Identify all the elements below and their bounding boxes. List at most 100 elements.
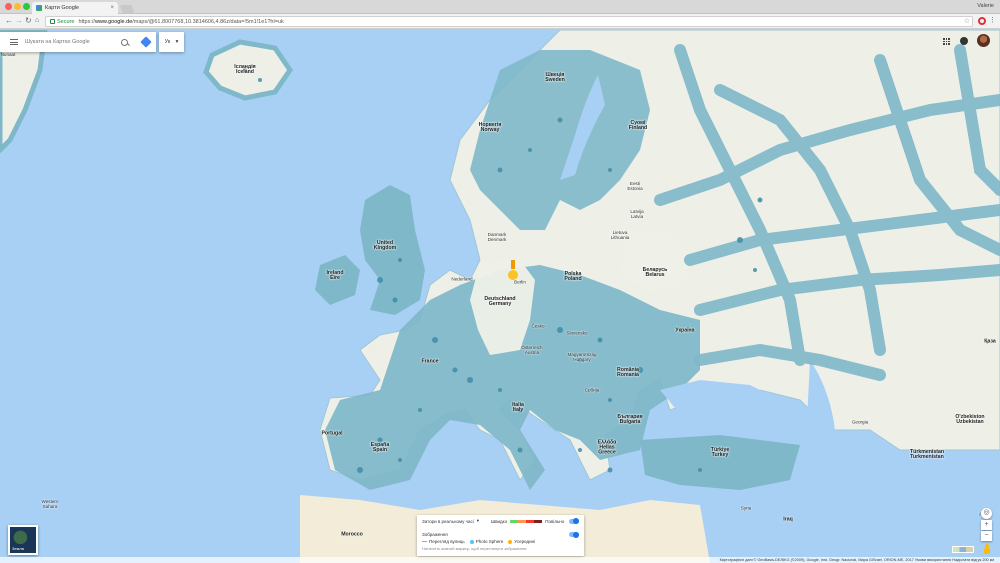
maps-favicon-icon (36, 5, 42, 11)
imagery-toggle[interactable] (569, 531, 579, 538)
browser-menu-icon[interactable]: ⋮ (989, 16, 996, 24)
earth-view-button[interactable]: Земля (8, 525, 38, 555)
notifications-icon[interactable] (960, 37, 968, 45)
map-canvas[interactable]: Ісландія Iceland Швеція Sweden Норвегія Nor… (0, 30, 1000, 563)
label-czech: Česko (531, 323, 545, 329)
photo-sphere-label: Photo Sphere (475, 539, 504, 544)
label-lithuania: Lietuva Lithuania (610, 230, 630, 240)
label-turkmenistan: Türkmenistan Turkmenistan (909, 449, 945, 460)
label-ukraine: Україна (675, 327, 695, 334)
label-uk: United Kingdom (373, 240, 397, 251)
label-hungary: Magyarország Hungary (567, 352, 597, 362)
traffic-slow-label: Повільно (545, 518, 565, 524)
pegman-icon[interactable] (983, 544, 990, 554)
label-greece: Ελλάδα Hellas Greece (597, 439, 617, 456)
traffic-color-scale (510, 519, 543, 523)
chevron-down-icon[interactable]: ▾ (477, 518, 479, 524)
inside-dot-icon (508, 539, 513, 544)
traffic-label: Затори в реальному часі (422, 518, 474, 524)
label-berlin: Berlin (514, 279, 526, 285)
browser-tab[interactable]: Карти Google × (32, 2, 118, 14)
browser-toolbar: ← → ↻ ⌂ Secure https://www.google.de/map… (0, 14, 1000, 29)
pegman-drop-marker (508, 270, 518, 280)
label-poland: Polska Poland (564, 271, 582, 282)
label-austria: Österreich Austria (521, 345, 543, 355)
label-serbia: Србија (584, 387, 600, 393)
label-romania: România Romania (617, 367, 639, 378)
opera-extension-icon[interactable] (978, 17, 986, 25)
earth-label: Земля (12, 546, 24, 551)
address-bar[interactable]: Secure https://www.google.de/maps/@61.80… (45, 16, 973, 27)
label-iraq: Iraq (783, 516, 793, 523)
label-bulgaria: България Bulgaria (617, 414, 643, 425)
traffic-toggle[interactable] (569, 518, 579, 524)
my-location-button[interactable]: ◎ (981, 508, 992, 519)
label-finland: Суомі Finland (628, 120, 648, 131)
chevron-down-icon: ▾ (175, 39, 179, 45)
imagery-label: Зображення (422, 532, 448, 537)
imagery-strip[interactable] (952, 546, 974, 553)
label-portugal: Portugal (321, 430, 343, 437)
tab-close-icon[interactable]: × (110, 5, 114, 11)
label-georgia: Georgia (851, 419, 869, 425)
url-text[interactable]: https://www.google.de/maps/@61.8007768,1… (78, 19, 283, 25)
label-morocco: Morocco (341, 531, 363, 538)
language-label: Ук (164, 39, 171, 45)
label-latvia: Latvija Latvia (630, 209, 644, 219)
search-input[interactable] (25, 39, 121, 45)
label-italy: Italia Italy (512, 402, 524, 413)
bookmark-star-icon[interactable]: ☆ (964, 17, 970, 25)
maximize-window-button[interactable] (23, 3, 30, 10)
label-kazakhstan: Қаза (984, 338, 996, 345)
lock-icon (50, 19, 55, 24)
directions-icon[interactable] (140, 36, 152, 48)
imagery-legend: Перегляд вулиць Photo Sphere Усередині (422, 539, 579, 544)
map-footer: Картографічні дані © GeoBasis-DE/BKG (©2… (0, 557, 1000, 563)
back-arrow-icon[interactable]: ← (5, 17, 13, 25)
zoom-out-button[interactable]: − (981, 531, 992, 541)
layers-hint: Натисніть жовтий маркер, щоб переглянути… (422, 546, 527, 551)
search-icon[interactable] (121, 38, 128, 46)
label-spain: España Spain (370, 442, 390, 453)
label-denmark: Danmark Denmark (487, 232, 507, 242)
home-icon[interactable]: ⌂ (35, 17, 39, 25)
label-norway: Норвегія Norway (478, 122, 502, 133)
label-france: France (421, 358, 439, 365)
label-belarus: Беларусь Belarus (642, 267, 668, 278)
label-western-sahara: Western Sahara (41, 499, 59, 509)
traffic-fast-label: Швидко (491, 518, 508, 524)
label-uzbekistan: O'zbekiston Uzbekistan (955, 414, 985, 425)
new-tab-button[interactable] (119, 5, 135, 13)
language-select[interactable]: Ук ▾ (159, 32, 184, 52)
apps-grid-icon[interactable] (943, 38, 950, 45)
avatar[interactable] (977, 34, 990, 47)
label-estonia: Eesti Estonia (627, 181, 643, 191)
label-netherlands: Nederland (451, 276, 473, 282)
label-germany: Deutschland Germany (484, 296, 516, 307)
yellow-marker (511, 260, 515, 269)
imagery-layer-row[interactable]: Зображення (422, 531, 579, 538)
label-sweden: Швеція Sweden (545, 72, 565, 83)
minimize-window-button[interactable] (14, 3, 21, 10)
search-box (0, 32, 156, 52)
browser-titlebar: Карти Google × Valerie (0, 0, 1000, 14)
photo-sphere-dot-icon (469, 539, 474, 544)
zoom-in-button[interactable]: + (981, 520, 992, 530)
street-view-label: Перегляд вулиць (429, 539, 465, 544)
label-syria: Syria (740, 505, 752, 511)
label-ireland: Ireland Éire (326, 270, 344, 281)
menu-icon[interactable] (10, 38, 18, 47)
traffic-layer-row[interactable]: Затори в реальному часі ▾ Швидко Повільн… (422, 518, 579, 524)
reload-icon[interactable]: ↻ (25, 17, 32, 25)
layers-panel: Затори в реальному часі ▾ Швидко Повільн… (417, 515, 584, 556)
secure-label: Secure (57, 18, 75, 25)
label-turkey: Türkiye Turkey (710, 447, 730, 458)
label-slovakia: Slovensko (566, 330, 588, 336)
label-iceland: Ісландія Iceland (234, 64, 256, 75)
tab-title: Карти Google (45, 5, 80, 11)
inside-label: Усередині (514, 539, 536, 544)
forward-arrow-icon[interactable]: → (15, 17, 23, 25)
close-window-button[interactable] (5, 3, 12, 10)
street-view-line-icon (422, 540, 427, 543)
profile-name[interactable]: Valerie (977, 3, 994, 9)
